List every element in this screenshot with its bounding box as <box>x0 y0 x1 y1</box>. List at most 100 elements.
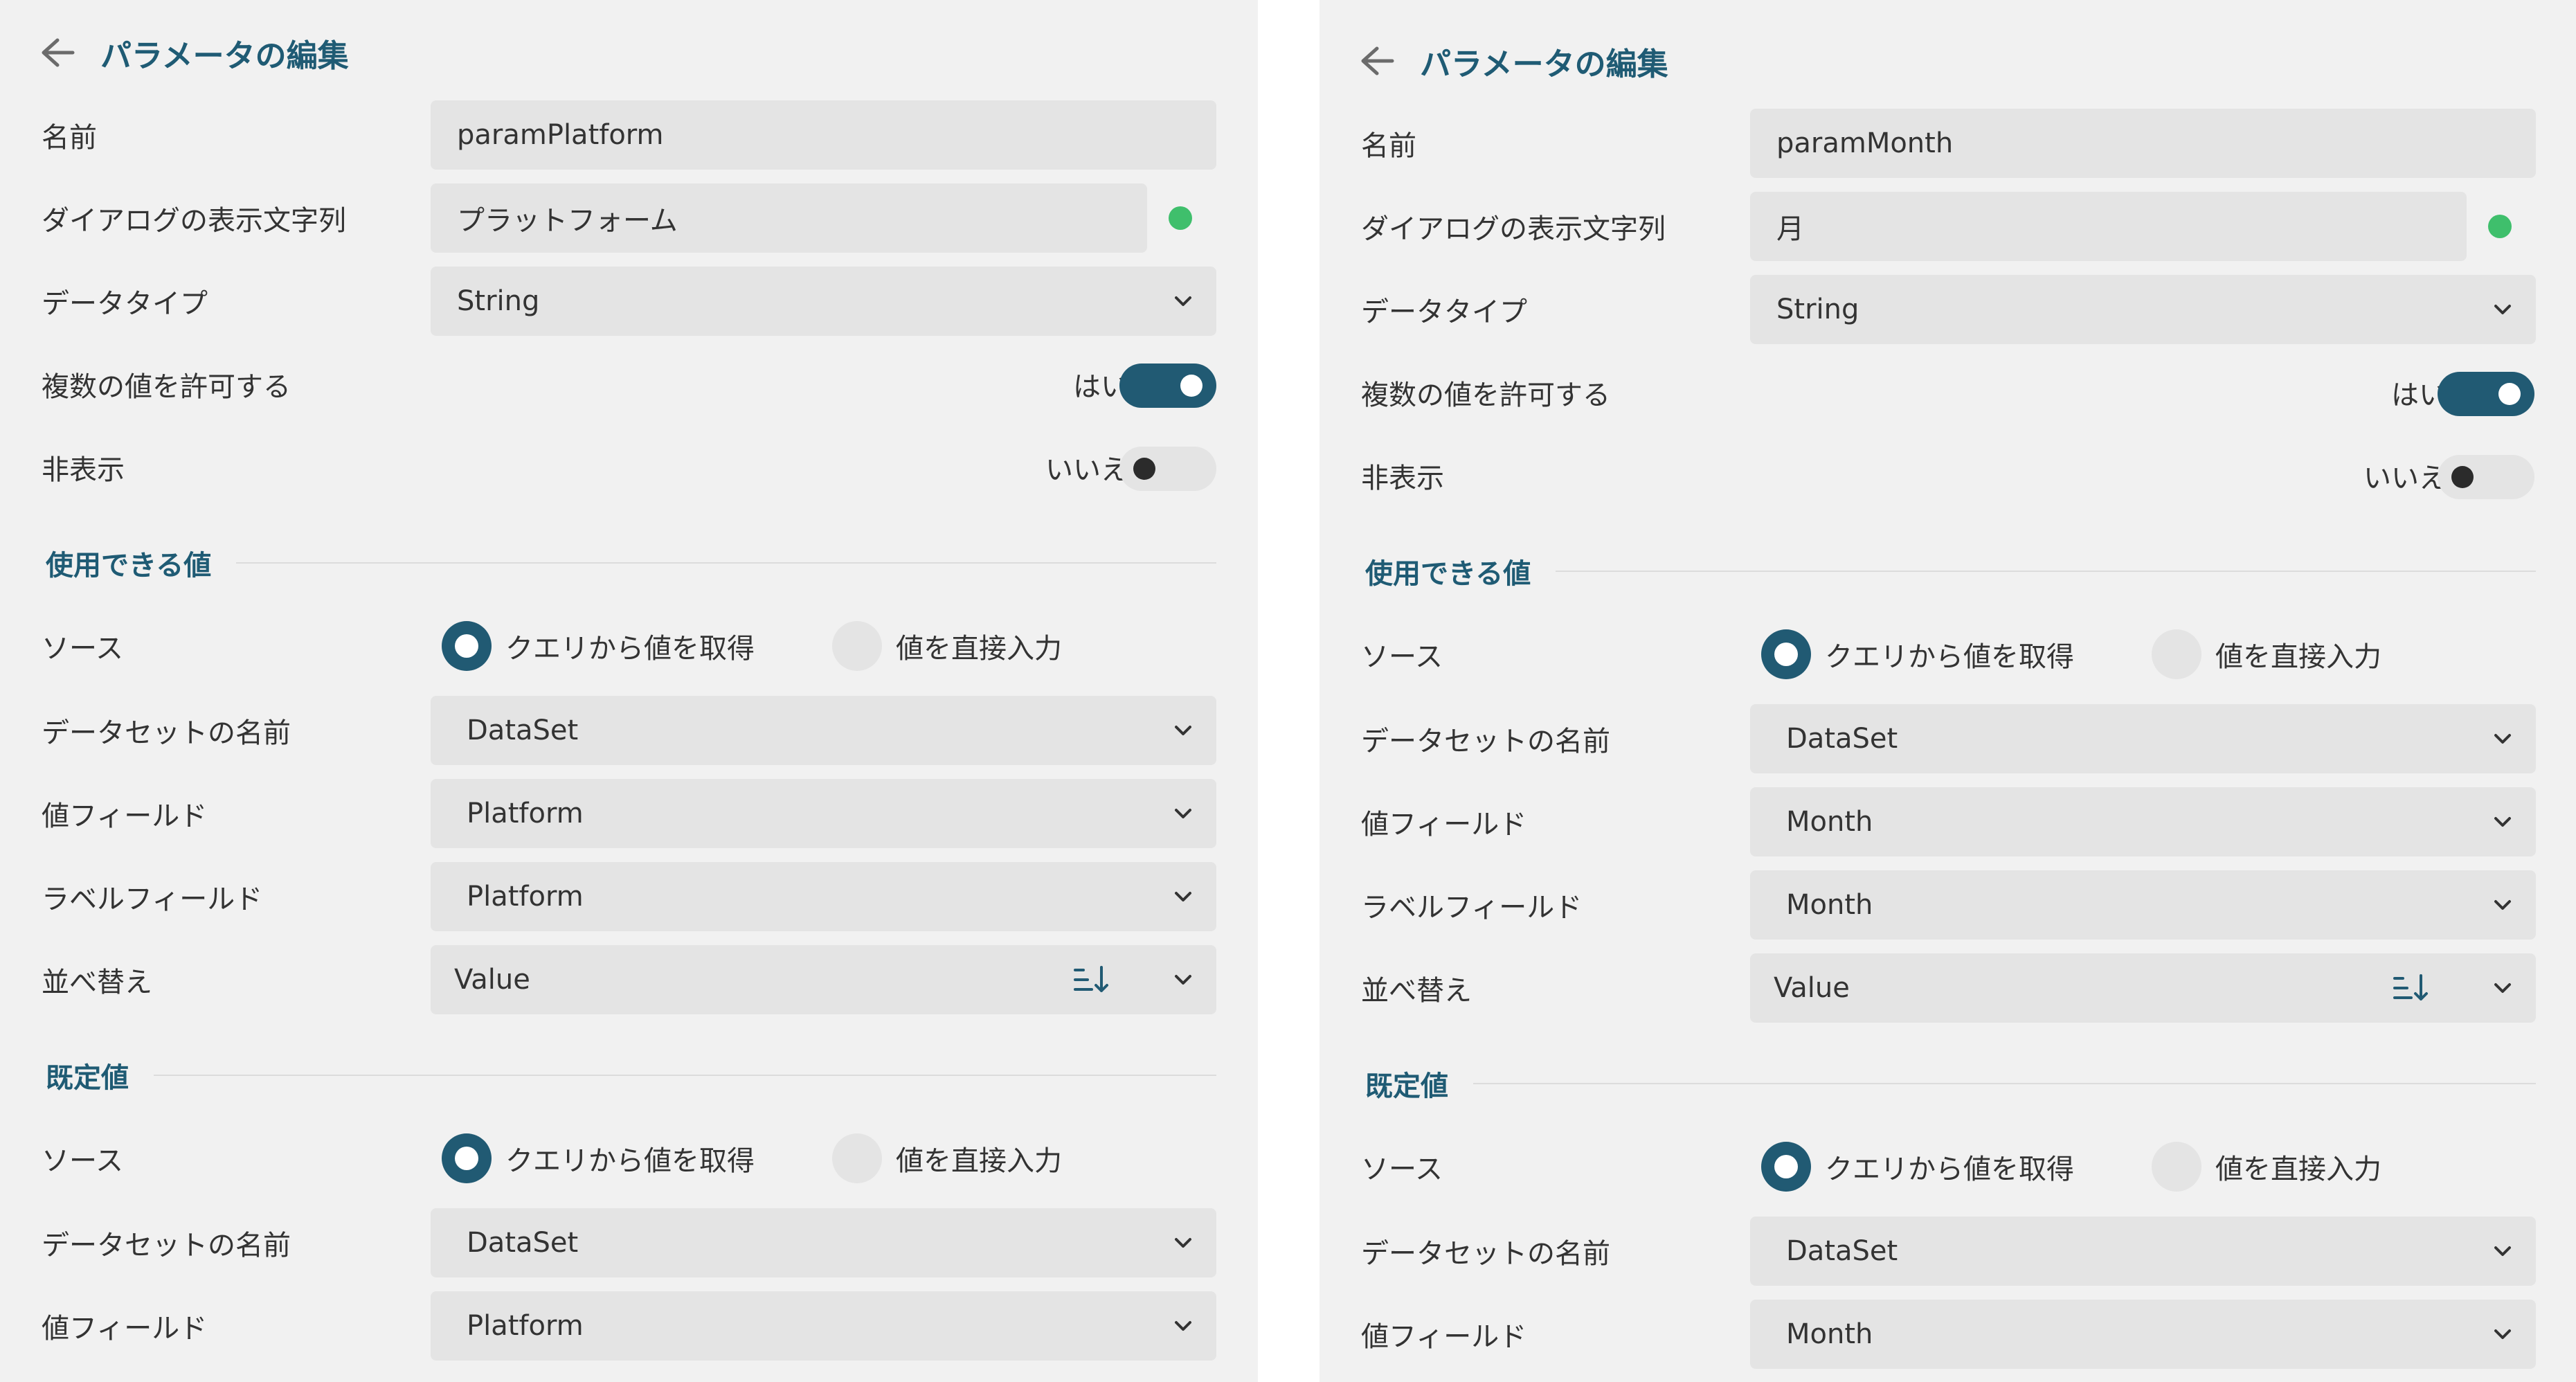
chevron-down-icon <box>1175 892 1191 901</box>
chevron-down-icon <box>2494 305 2511 314</box>
dataset-value: DataSet <box>1786 723 1898 755</box>
arrow-left-icon <box>1361 46 1394 75</box>
default-source-label: ソース <box>42 1145 123 1177</box>
parameter-editor-panel-platform: パラメータの編集 名前 paramPlatform ダイアログの表示文字列 プラ… <box>0 0 1258 1382</box>
radio-option-manual[interactable]: 値を直接入力 <box>832 621 1062 671</box>
sort-value: Value <box>454 964 530 996</box>
label-field-select[interactable]: Month <box>1750 870 2536 940</box>
back-button[interactable] <box>38 33 77 72</box>
panel-header: パラメータの編集 <box>1358 33 1668 89</box>
dataset-label: データセットの名前 <box>1361 726 1610 757</box>
panel-header: パラメータの編集 <box>38 25 349 80</box>
toggle-knob <box>1180 375 1203 397</box>
section-divider <box>154 1075 1216 1076</box>
value-field-label: 値フィールド <box>1361 809 1527 841</box>
radio-label-query: クエリから値を取得 <box>505 1145 755 1177</box>
section-title: 使用できる値 <box>1365 558 1531 590</box>
multi-value-row: 複数の値を許可する はい <box>1319 358 2576 427</box>
default-values-section: 既定値 <box>1365 1059 2536 1108</box>
label-field-value: Platform <box>467 881 584 913</box>
default-value-field-row: 値フィールド Month <box>1319 1300 2576 1369</box>
sort-row: 並べ替え Value <box>0 945 1258 1014</box>
sort-ascending-icon[interactable] <box>1072 963 1111 996</box>
source-label: ソース <box>42 633 123 665</box>
radio-unchecked[interactable] <box>2152 1142 2201 1192</box>
prompt-value: 月 <box>1776 213 1804 245</box>
radio-unchecked[interactable] <box>832 1133 882 1183</box>
hidden-toggle[interactable] <box>2438 455 2534 499</box>
dataset-label: データセットの名前 <box>42 717 291 749</box>
default-dataset-value: DataSet <box>1786 1235 1898 1267</box>
dataset-value: DataSet <box>467 715 579 746</box>
hidden-label: 非表示 <box>42 454 125 486</box>
dataset-select[interactable]: DataSet <box>431 696 1216 765</box>
sort-ascending-icon[interactable] <box>2392 971 2431 1005</box>
default-source-radio-group: クエリから値を取得 値を直接入力 <box>442 1124 1062 1193</box>
radio-unchecked[interactable] <box>832 621 882 671</box>
name-input[interactable]: paramPlatform <box>431 100 1216 170</box>
hidden-row: 非表示 いいえ <box>0 433 1258 502</box>
name-input[interactable]: paramMonth <box>1750 109 2536 178</box>
value-field-value: Platform <box>467 798 584 829</box>
default-dataset-label: データセットの名前 <box>1361 1238 1610 1270</box>
default-dataset-row: データセットの名前 DataSet <box>1319 1217 2576 1286</box>
default-value-field-row: 値フィールド Platform <box>0 1291 1258 1361</box>
value-field-label: 値フィールド <box>42 800 208 832</box>
chevron-down-icon <box>2494 817 2511 827</box>
default-value-field-value: Platform <box>467 1310 584 1342</box>
datatype-label: データタイプ <box>42 288 208 320</box>
value-field-select[interactable]: Month <box>1750 787 2536 856</box>
prompt-input[interactable]: 月 <box>1750 192 2467 261</box>
default-source-row: ソース クエリから値を取得 値を直接入力 <box>0 1124 1258 1193</box>
default-source-row: ソース クエリから値を取得 値を直接入力 <box>1319 1132 2576 1201</box>
sort-select[interactable]: Value <box>1750 953 2536 1023</box>
radio-checked[interactable] <box>1761 1142 1811 1192</box>
chevron-down-icon <box>1175 296 1191 306</box>
sort-label: 並べ替え <box>42 967 152 998</box>
default-values-section: 既定値 <box>46 1051 1216 1100</box>
radio-unchecked[interactable] <box>2152 629 2201 679</box>
source-radio-group: クエリから値を取得 値を直接入力 <box>442 611 1062 681</box>
name-row: 名前 paramPlatform <box>0 100 1258 170</box>
radio-option-query[interactable]: クエリから値を取得 <box>442 1133 755 1183</box>
radio-option-query[interactable]: クエリから値を取得 <box>1761 1142 2074 1192</box>
multi-value-toggle[interactable] <box>1119 364 1216 408</box>
multi-value-label: 複数の値を許可する <box>1361 379 1610 411</box>
section-divider <box>1473 1083 2536 1084</box>
chevron-down-icon <box>1175 1238 1191 1248</box>
parameter-editor-panel-month: パラメータの編集 名前 paramMonth ダイアログの表示文字列 月 データ… <box>1319 0 2576 1382</box>
default-value-field-select[interactable]: Platform <box>431 1291 1216 1361</box>
section-title: 使用できる値 <box>46 550 212 582</box>
sort-select[interactable]: Value <box>431 945 1216 1014</box>
radio-checked[interactable] <box>1761 629 1811 679</box>
section-title: 既定値 <box>1365 1070 1448 1102</box>
datatype-value: String <box>1776 294 1859 325</box>
multi-value-label: 複数の値を許可する <box>42 371 291 403</box>
default-dataset-select[interactable]: DataSet <box>431 1208 1216 1277</box>
prompt-input[interactable]: プラットフォーム <box>431 183 1147 253</box>
name-row: 名前 paramMonth <box>1319 109 2576 178</box>
radio-option-manual[interactable]: 値を直接入力 <box>2152 1142 2381 1192</box>
dataset-select[interactable]: DataSet <box>1750 704 2536 773</box>
radio-option-query[interactable]: クエリから値を取得 <box>1761 629 2074 679</box>
radio-option-manual[interactable]: 値を直接入力 <box>832 1133 1062 1183</box>
hidden-toggle[interactable] <box>1119 447 1216 491</box>
value-field-select[interactable]: Platform <box>431 779 1216 848</box>
default-dataset-select[interactable]: DataSet <box>1750 1217 2536 1286</box>
datatype-value: String <box>457 285 540 317</box>
radio-checked[interactable] <box>442 621 492 671</box>
label-field-select[interactable]: Platform <box>431 862 1216 931</box>
radio-option-query[interactable]: クエリから値を取得 <box>442 621 755 671</box>
prompt-row: ダイアログの表示文字列 プラットフォーム <box>0 183 1258 253</box>
chevron-down-icon <box>1175 726 1191 735</box>
prompt-row: ダイアログの表示文字列 月 <box>1319 192 2576 261</box>
datatype-label: データタイプ <box>1361 296 1527 328</box>
default-value-field-select[interactable]: Month <box>1750 1300 2536 1369</box>
datatype-select[interactable]: String <box>431 267 1216 336</box>
datatype-select[interactable]: String <box>1750 275 2536 344</box>
available-values-section: 使用できる値 <box>46 539 1216 587</box>
multi-value-toggle[interactable] <box>2438 372 2534 416</box>
back-button[interactable] <box>1358 42 1396 80</box>
radio-checked[interactable] <box>442 1133 492 1183</box>
radio-option-manual[interactable]: 値を直接入力 <box>2152 629 2381 679</box>
